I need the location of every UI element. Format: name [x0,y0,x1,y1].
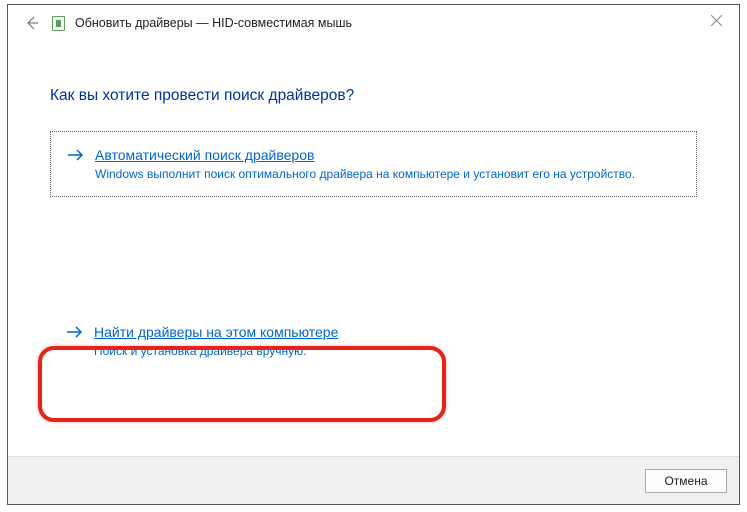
option-text: Найти драйверы на этом компьютере Поиск … [94,323,338,359]
cancel-button[interactable]: Отмена [645,469,727,493]
arrow-right-icon [66,324,84,342]
option-text: Автоматический поиск драйверов Windows в… [95,146,635,182]
content-area: Как вы хотите провести поиск драйверов? … [8,41,739,456]
option-auto-search[interactable]: Автоматический поиск драйверов Windows в… [50,131,697,197]
titlebar: Обновить драйверы — HID-совместимая мышь [8,5,739,41]
option-title: Автоматический поиск драйверов [95,146,635,164]
back-icon[interactable] [22,13,42,33]
close-button[interactable] [693,5,739,35]
option-desc: Windows выполнит поиск оптимального драй… [95,166,635,182]
option-title: Найти драйверы на этом компьютере [94,323,338,341]
option-browse-computer[interactable]: Найти драйверы на этом компьютере Поиск … [50,309,697,373]
option-desc: Поиск и установка драйвера вручную. [94,343,338,359]
page-heading: Как вы хотите провести поиск драйверов? [50,87,697,105]
footer: Отмена [8,456,739,504]
device-icon [52,16,65,31]
arrow-right-icon [67,147,85,165]
window-title: Обновить драйверы — HID-совместимая мышь [75,16,352,30]
update-driver-dialog: Обновить драйверы — HID-совместимая мышь… [7,4,740,505]
